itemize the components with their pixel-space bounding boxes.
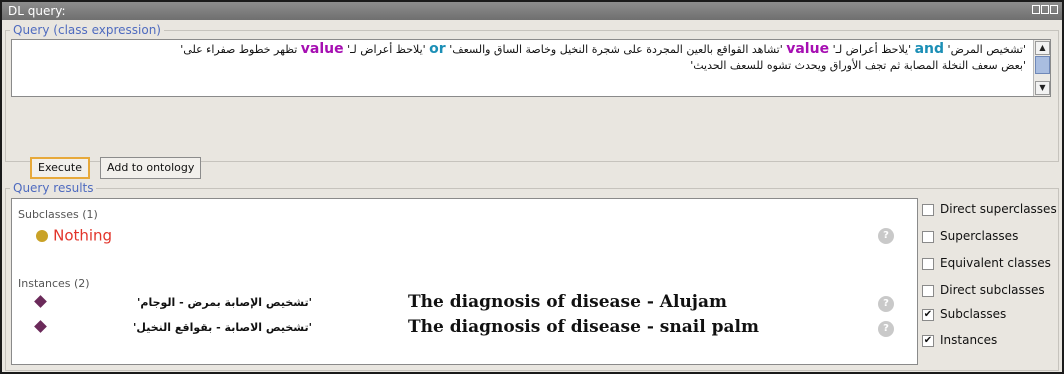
restore-icon[interactable] <box>1041 5 1049 14</box>
scroll-down-icon[interactable]: ▼ <box>1035 81 1050 95</box>
help-icon[interactable]: ? <box>878 321 894 337</box>
editor-scrollbar[interactable]: ▲ ▼ <box>1033 40 1050 96</box>
checkbox[interactable] <box>922 203 934 216</box>
option-superclasses[interactable]: Superclasses <box>922 229 1018 243</box>
option-subclasses[interactable]: ✔ Subclasses <box>922 307 1006 321</box>
title-bar: DL query: <box>2 2 1062 20</box>
option-label: Superclasses <box>940 229 1019 243</box>
diamond-icon <box>34 320 47 333</box>
instance-arabic-label: 'تشخيص الاصابة - بقواقع النخيل' <box>133 321 312 334</box>
class-dot-icon <box>36 229 48 242</box>
instance-row[interactable]: 'تشخيص الاصابة - بقواقع النخيل' The diag… <box>34 317 876 337</box>
option-label: Direct superclasses <box>940 202 1057 216</box>
expr-segment-3: 'تشاهد القواقع بالعين المجردة على شجرة ا… <box>449 43 783 56</box>
query-group: Query (class expression) 'تشخيص المرض' a… <box>5 23 1059 179</box>
option-label: Subclasses <box>940 307 1007 321</box>
nothing-label: Nothing <box>53 226 113 245</box>
checkbox[interactable] <box>922 230 934 243</box>
expression-line-1: 'تشخيص المرض' and 'يلاحظ أعراض لـ' value… <box>12 41 1026 58</box>
result-nothing[interactable]: Nothing <box>36 225 113 245</box>
query-legend: Query (class expression) <box>10 23 164 37</box>
class-expression-text[interactable]: 'تشخيص المرض' and 'يلاحظ أعراض لـ' value… <box>12 41 1030 74</box>
help-icon[interactable]: ? <box>878 296 894 312</box>
window-title: DL query: <box>8 4 66 18</box>
instance-row[interactable]: 'تشخيص الإصابة بمرض - الوجام' The diagno… <box>34 292 876 312</box>
expr-segment-4: 'يلاحظ أعراض لـ' <box>832 43 912 56</box>
option-label: Equivalent classes <box>940 256 1051 270</box>
instances-header: Instances (2) <box>18 277 90 290</box>
option-label: Direct subclasses <box>940 283 1045 297</box>
checkbox-checked[interactable]: ✔ <box>922 308 934 321</box>
minimize-icon[interactable] <box>1032 5 1040 14</box>
checkbox[interactable] <box>922 284 934 297</box>
scroll-up-icon[interactable]: ▲ <box>1035 41 1050 55</box>
add-to-ontology-button[interactable]: Add to ontology <box>100 157 202 179</box>
instance-arabic-label: 'تشخيص الإصابة بمرض - الوجام' <box>137 296 312 309</box>
expr-segment-2: 'يلاحظ أعراض لـ' <box>347 43 426 56</box>
results-legend: Query results <box>10 181 97 195</box>
expr-segment-5: 'تشخيص المرض' <box>947 43 1026 56</box>
class-expression-editor[interactable]: 'تشخيص المرض' and 'يلاحظ أعراض لـ' value… <box>11 39 1051 97</box>
keyword-or: or <box>429 41 446 57</box>
subclasses-header: Subclasses (1) <box>18 208 98 221</box>
keyword-and: and <box>914 41 945 57</box>
option-instances[interactable]: ✔ Instances <box>922 333 997 347</box>
close-icon[interactable] <box>1050 5 1058 14</box>
keyword-value: value <box>786 41 830 57</box>
checkbox-checked[interactable]: ✔ <box>922 334 934 347</box>
expr-segment-1: تظهر خطوط صفراء على' <box>180 43 298 56</box>
instance-english-label: The diagnosis of disease - Alujam <box>408 292 727 312</box>
diamond-icon <box>34 295 47 308</box>
option-direct-superclasses[interactable]: Direct superclasses <box>922 202 1057 216</box>
execute-button[interactable]: Execute <box>30 157 90 179</box>
results-group: Query results Subclasses (1) Nothing ? I… <box>5 181 1059 371</box>
scroll-thumb[interactable] <box>1035 56 1050 74</box>
option-direct-subclasses[interactable]: Direct subclasses <box>922 283 1045 297</box>
option-label: Instances <box>940 333 998 347</box>
option-equivalent-classes[interactable]: Equivalent classes <box>922 256 1051 270</box>
dl-query-window: DL query: Query (class expression) 'تشخي… <box>0 0 1064 374</box>
expression-line-2: 'بعض سعف النخلة المصابة ثم تجف الأوراق و… <box>690 59 1026 72</box>
help-icon[interactable]: ? <box>878 228 894 244</box>
window-control-icons[interactable] <box>1032 5 1058 14</box>
instance-english-label: The diagnosis of disease - snail palm <box>408 317 759 337</box>
checkbox[interactable] <box>922 257 934 270</box>
results-panel: Subclasses (1) Nothing ? Instances (2) '… <box>11 198 918 365</box>
keyword-value-2: value <box>300 41 344 57</box>
